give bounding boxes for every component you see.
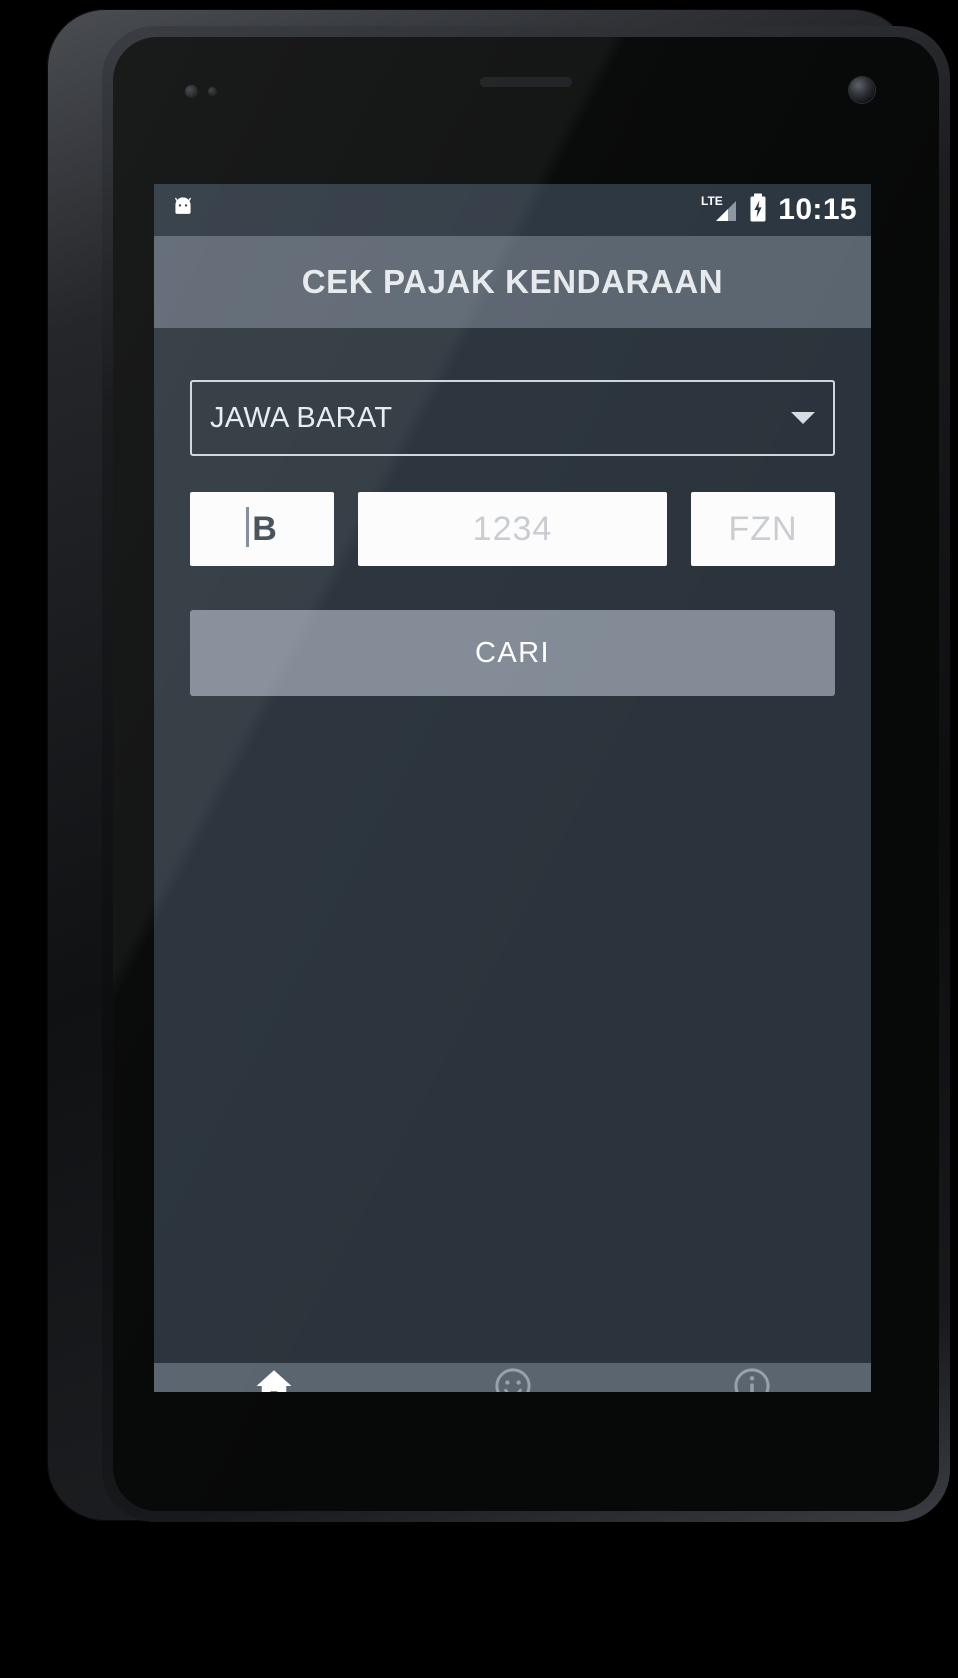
plate-number-placeholder: 1234: [472, 509, 553, 548]
smiley-face-icon: [491, 1365, 535, 1392]
status-clock: 10:15: [778, 193, 857, 226]
phone-screen: LTE 10:15 CEK PAJAK KENDARAAN JAWA BARAT…: [154, 184, 871, 1392]
battery-charging-icon: [747, 192, 769, 229]
plate-prefix-input[interactable]: B: [190, 492, 334, 566]
plate-prefix-value: B: [252, 509, 278, 548]
proximity-sensor-icon: [185, 85, 198, 98]
nav-item-tentang[interactable]: Tentang: [632, 1363, 871, 1392]
chevron-down-icon[interactable]: [791, 412, 815, 424]
front-camera-icon: [849, 77, 875, 103]
plate-suffix-placeholder: FZN: [728, 509, 798, 548]
earpiece-speaker: [480, 77, 572, 86]
home-icon: [252, 1365, 296, 1392]
nav-item-home[interactable]: Home: [154, 1363, 393, 1392]
province-spinner[interactable]: JAWA BARAT: [190, 380, 835, 456]
svg-text:LTE: LTE: [701, 194, 723, 208]
status-bar-right: LTE 10:15: [700, 192, 857, 229]
plate-number-row: B 1234 FZN: [190, 492, 835, 566]
search-button-label: CARI: [475, 636, 550, 669]
phone-frame: LTE 10:15 CEK PAJAK KENDARAAN JAWA BARAT…: [47, 9, 950, 1522]
nav-item-info[interactable]: Info: [393, 1363, 632, 1392]
page-title: CEK PAJAK KENDARAAN: [301, 263, 724, 300]
plate-number-input[interactable]: 1234: [358, 492, 667, 566]
signal-bars-icon: LTE: [700, 192, 738, 229]
status-bar: LTE 10:15: [154, 184, 871, 236]
text-cursor: [246, 507, 250, 547]
info-circle-icon: [730, 1365, 774, 1392]
status-bar-left: [170, 195, 196, 226]
app-bar: CEK PAJAK KENDARAAN: [154, 236, 871, 328]
search-button[interactable]: CARI: [190, 610, 835, 696]
device-chin: [113, 1392, 939, 1511]
android-robot-icon: [170, 195, 196, 226]
phone-glass: LTE 10:15 CEK PAJAK KENDARAAN JAWA BARAT…: [113, 37, 939, 1511]
light-sensor-icon: [208, 87, 217, 96]
bottom-navigation: Home Info: [154, 1363, 871, 1392]
province-spinner-value: JAWA BARAT: [210, 401, 393, 434]
plate-suffix-input[interactable]: FZN: [691, 492, 835, 566]
main-content: JAWA BARAT B 1234 FZN CARI: [154, 380, 871, 1363]
